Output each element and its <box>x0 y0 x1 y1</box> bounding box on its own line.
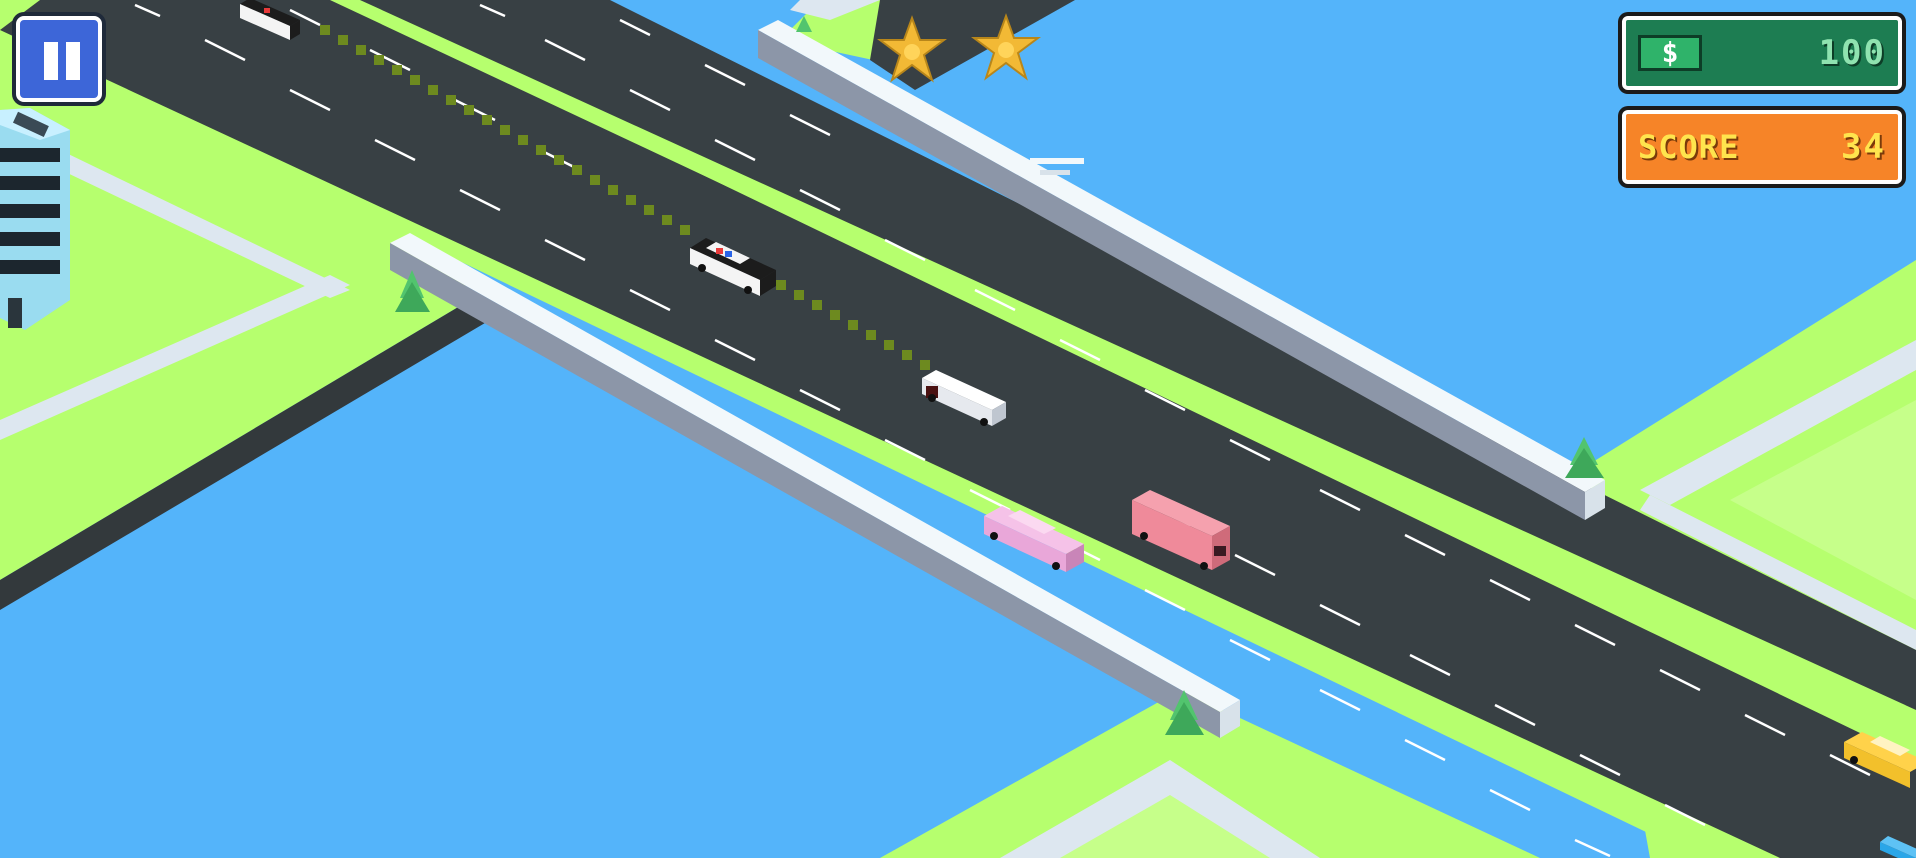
score-panel: SCORE 34 <box>1618 106 1906 188</box>
money-panel-inner: $ 100 <box>1622 16 1902 90</box>
money-panel: $ 100 <box>1618 12 1906 94</box>
floating-plank-2 <box>1040 170 1070 175</box>
dollar-icon: $ <box>1638 35 1702 71</box>
pause-bar-left <box>44 42 58 80</box>
pause-bar-right <box>66 42 80 80</box>
score-label: SCORE <box>1638 128 1740 166</box>
pause-icon <box>16 16 102 102</box>
building <box>0 108 70 330</box>
score-value: 34 <box>1841 127 1886 167</box>
pause-button[interactable] <box>12 12 106 106</box>
money-value: 100 <box>1818 33 1886 73</box>
floating-plank <box>1030 158 1084 164</box>
score-panel-inner: SCORE 34 <box>1622 110 1902 184</box>
